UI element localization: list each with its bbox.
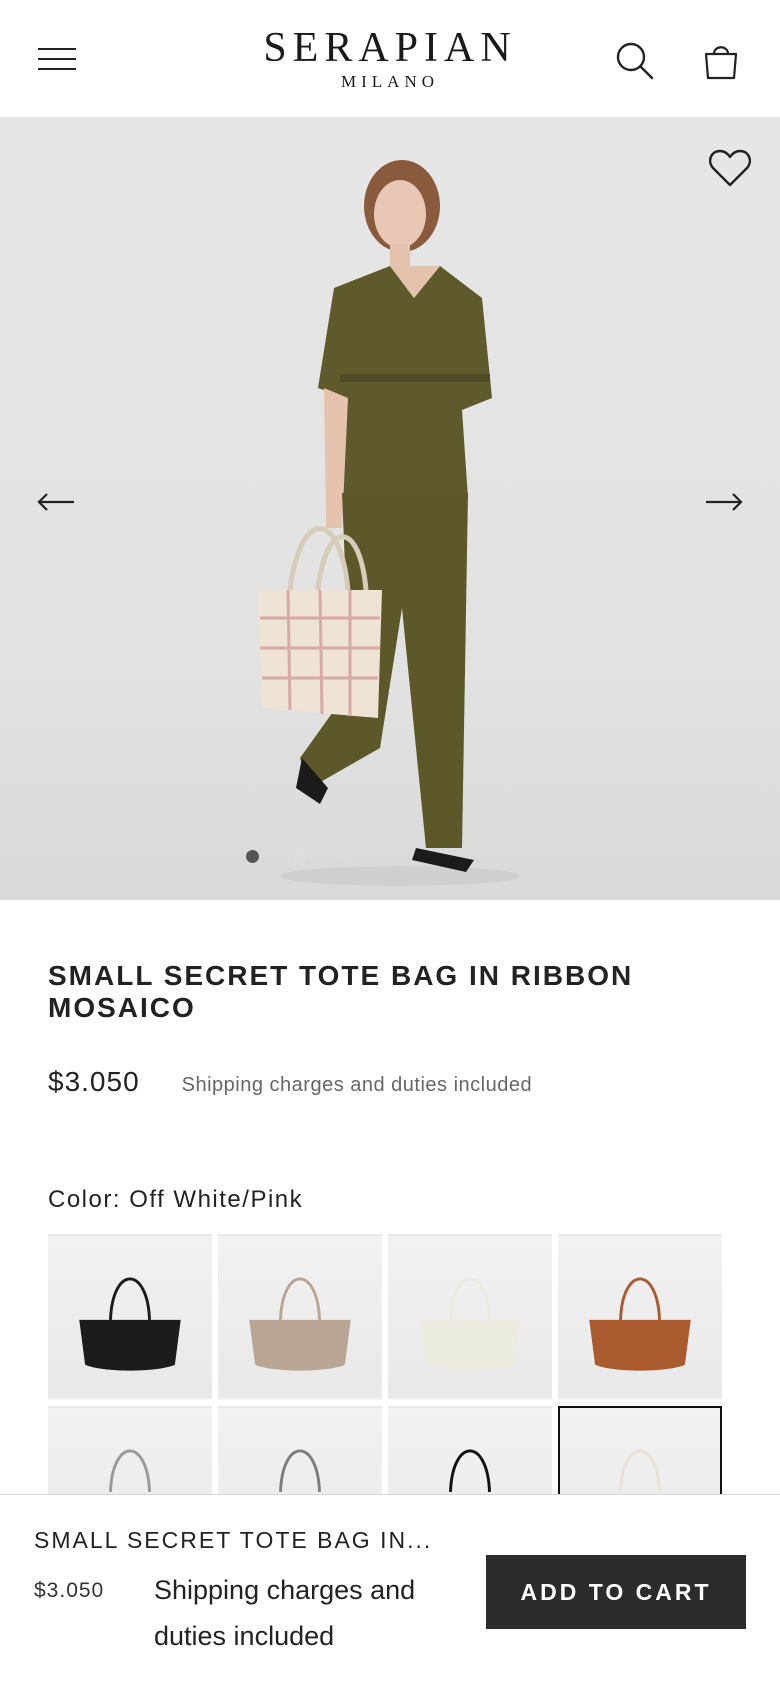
bag-thumbnail-image xyxy=(419,1277,521,1371)
color-swatch-4[interactable] xyxy=(558,1234,722,1400)
arrow-left-icon[interactable] xyxy=(36,490,76,514)
sticky-add-to-cart-bar: SMALL SECRET TOTE BAG IN... $3.050 Shipp… xyxy=(0,1494,780,1688)
price-row: $3.050 Shipping charges and duties inclu… xyxy=(48,1066,532,1098)
bag-thumbnail-image xyxy=(79,1277,181,1371)
shipping-note: Shipping charges and duties included xyxy=(181,1074,533,1096)
bag-thumbnail-image xyxy=(249,1277,351,1371)
sticky-product-price: $3.050 xyxy=(34,1579,105,1602)
logo-subtitle: MILANO xyxy=(341,72,439,91)
brand-logo[interactable]: SERAPIAN MILANO xyxy=(240,26,540,92)
product-model-image xyxy=(258,160,520,886)
gallery-pagination xyxy=(246,850,353,863)
hamburger-menu-icon[interactable] xyxy=(38,48,78,72)
color-label: Color: Off White/Pink xyxy=(48,1186,304,1213)
logo-wordmark: SERAPIAN xyxy=(263,25,517,71)
search-icon[interactable] xyxy=(614,40,656,82)
color-swatch-3[interactable] xyxy=(388,1234,552,1400)
product-price: $3.050 xyxy=(48,1066,140,1097)
arrow-right-icon[interactable] xyxy=(704,490,744,514)
color-swatch-2[interactable] xyxy=(218,1234,382,1400)
shopping-bag-icon[interactable] xyxy=(700,40,742,82)
sticky-product-title: SMALL SECRET TOTE BAG IN... xyxy=(34,1527,433,1553)
gallery-dot-3[interactable] xyxy=(340,850,353,863)
product-title: SMALL SECRET TOTE BAG IN RIBBON MOSAICO xyxy=(48,960,634,1023)
site-header: SERAPIAN MILANO xyxy=(0,0,780,118)
gallery-dot-2[interactable] xyxy=(293,850,306,863)
bag-thumbnail-image xyxy=(589,1277,691,1371)
gallery-dot-1[interactable] xyxy=(246,850,259,863)
heart-icon[interactable] xyxy=(708,148,752,188)
color-swatch-1[interactable] xyxy=(48,1234,212,1400)
add-to-cart-button[interactable]: ADD TO CART xyxy=(486,1555,746,1629)
product-image-gallery[interactable] xyxy=(0,118,780,900)
sticky-shipping-note: Shipping charges and duties included xyxy=(154,1575,416,1651)
